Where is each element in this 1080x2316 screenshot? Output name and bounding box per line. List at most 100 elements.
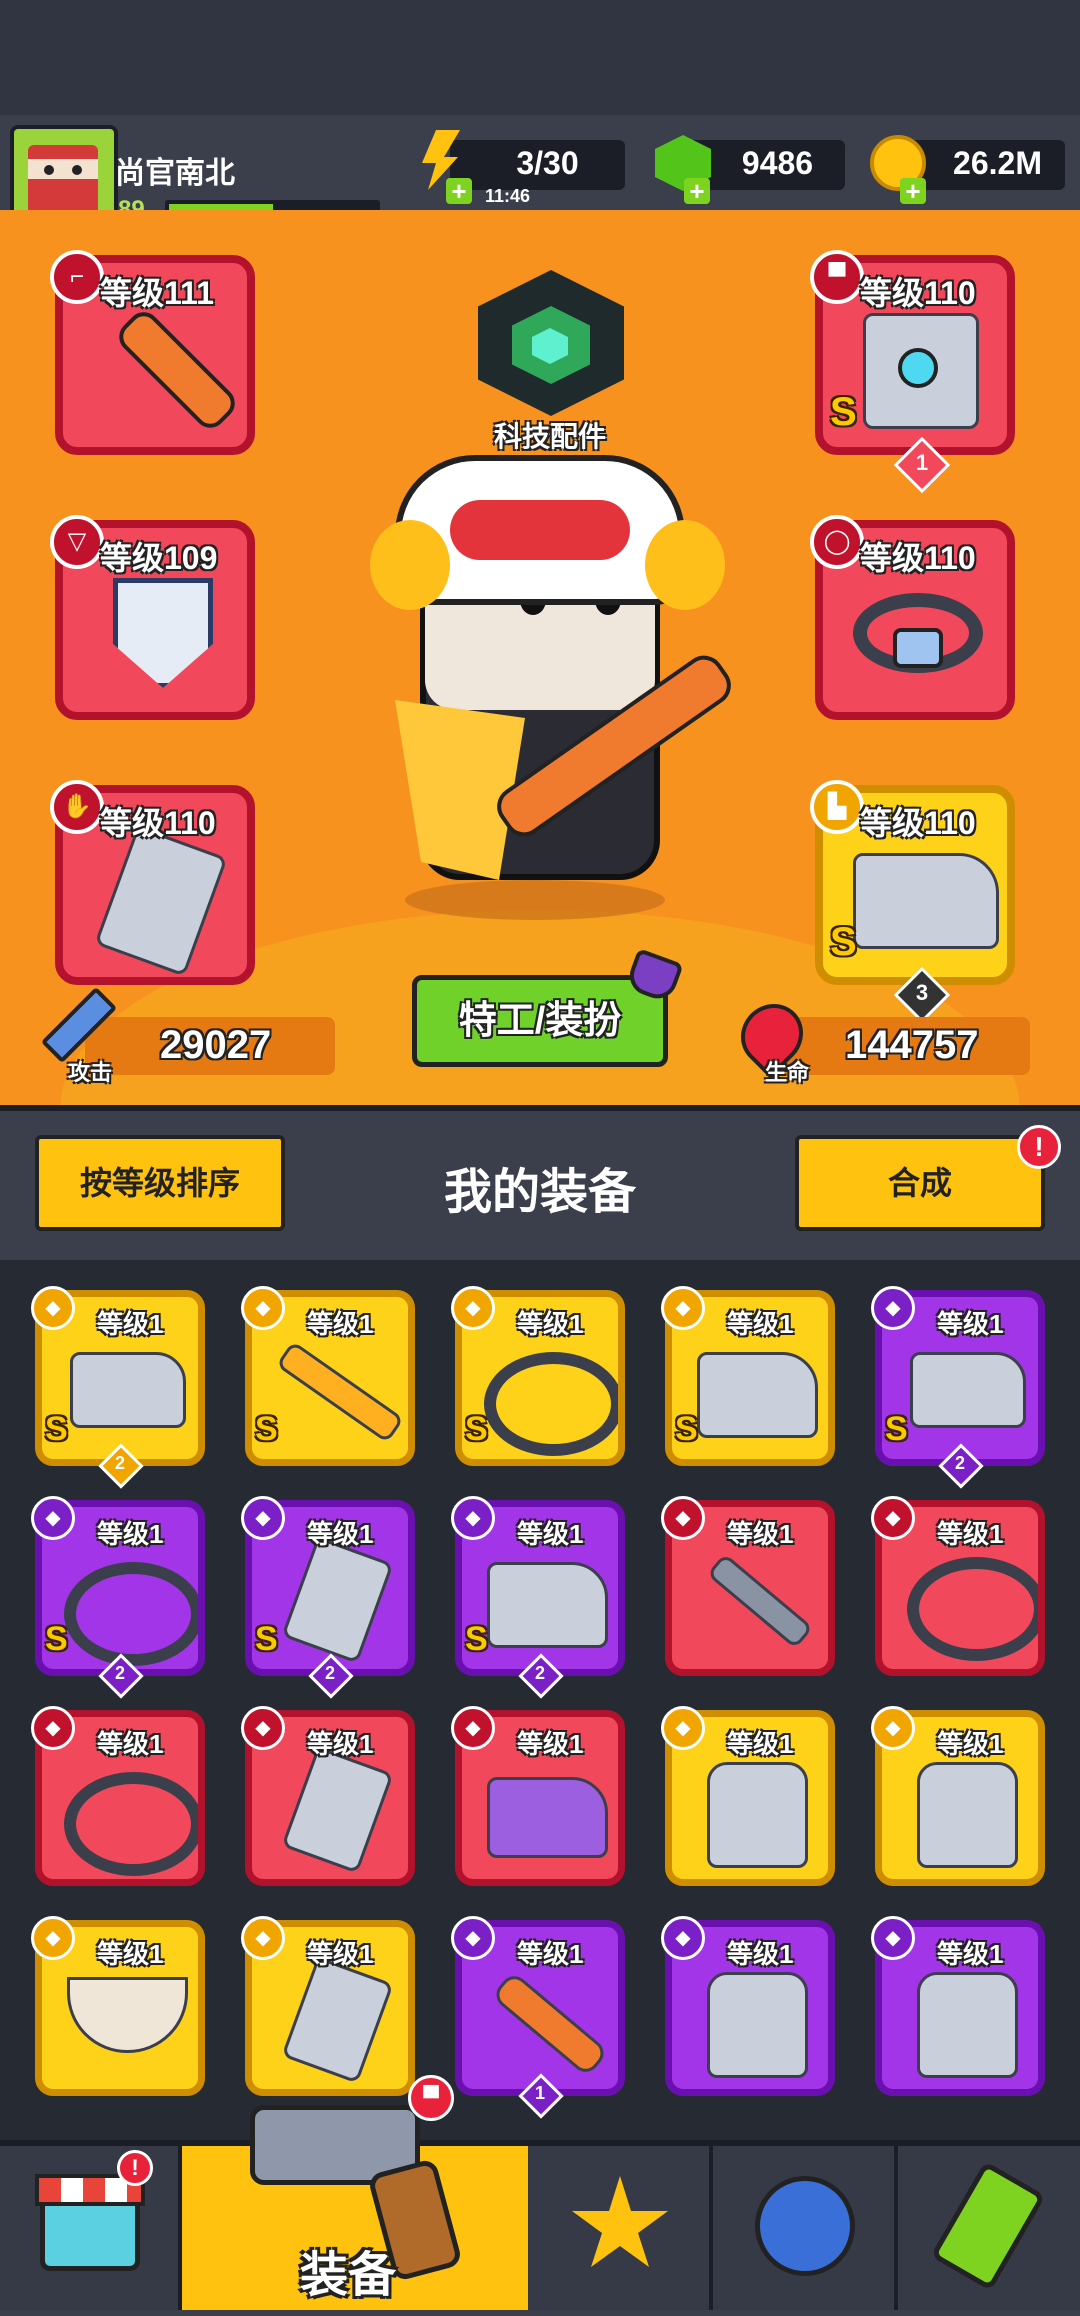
item-type-icon: ◆ — [31, 1496, 75, 1540]
belt-icon — [484, 1352, 618, 1456]
item-type-icon: ◆ — [31, 1286, 75, 1330]
item-stars: 2 — [534, 1663, 545, 1683]
item-type-icon: ◆ — [241, 1286, 285, 1330]
item-grade: S — [675, 1410, 698, 1448]
agent-costume-button[interactable]: 特工/装扮 — [412, 975, 668, 1067]
item-level: 等级1 — [97, 1729, 164, 1759]
status-bar — [0, 0, 1080, 115]
sneaker-icon — [487, 1777, 608, 1858]
belt-type-icon: ◯ — [810, 515, 864, 569]
equip-level-belt: 等级110 — [860, 540, 976, 576]
armor-core — [898, 348, 938, 388]
item-level: 等级1 — [307, 1729, 374, 1759]
equip-level-gloves: 等级110 — [100, 805, 216, 841]
armor-vest-icon — [707, 1762, 808, 1868]
item-level: 等级1 — [517, 1519, 584, 1549]
boots-icon — [487, 1562, 608, 1648]
item-type-icon: ◆ — [871, 1496, 915, 1540]
lion-hat-mouth — [450, 500, 630, 560]
item-level: 等级1 — [517, 1309, 584, 1339]
add-gems-icon[interactable]: + — [684, 178, 710, 204]
boots-icon — [853, 853, 999, 949]
item-level: 等级1 — [727, 1729, 794, 1759]
sword-icon — [275, 1340, 405, 1444]
attack-value: 29027 — [160, 1023, 272, 1067]
battle-star-icon — [572, 2176, 668, 2267]
nav-tab-shop[interactable] — [0, 2146, 182, 2310]
item-level: 等级1 — [727, 1309, 794, 1339]
item-stars: 1 — [534, 2083, 545, 2103]
equip-level-necklace: 等级109 — [100, 540, 218, 576]
gauntlet-icon — [281, 1956, 394, 2084]
sort-by-level-button[interactable]: 按等级排序 — [35, 1135, 285, 1231]
boots-icon — [697, 1352, 818, 1438]
item-type-icon: ◆ — [661, 1496, 705, 1540]
item-type-icon: ◆ — [871, 1706, 915, 1750]
tech-part-label: 科技配件 — [493, 421, 606, 452]
item-stars: 2 — [114, 1663, 125, 1683]
boots-type-icon: ▙ — [810, 780, 864, 834]
add-energy-icon[interactable]: + — [446, 178, 472, 204]
armor-vest-icon — [917, 1762, 1018, 1868]
item-level: 等级1 — [937, 1939, 1004, 1969]
item-type-icon: ◆ — [661, 1706, 705, 1750]
armor-type-icon: ▀ — [810, 250, 864, 304]
coins-value: 26.2M — [953, 145, 1042, 181]
item-level: 等级1 — [937, 1309, 1004, 1339]
armor-vest-icon — [917, 1972, 1018, 2078]
item-level: 等级1 — [307, 1309, 374, 1339]
fang-necklace-icon — [67, 1977, 188, 2053]
nav-tab-lab[interactable] — [898, 2146, 1080, 2310]
gloves-type-icon: ✋ — [50, 780, 104, 834]
armor-vest-icon — [707, 1972, 808, 2078]
shield-necklace-icon — [113, 578, 213, 688]
item-type-icon: ◆ — [241, 1916, 285, 1960]
nav-tab-battle[interactable] — [528, 2146, 713, 2310]
item-type-icon: ◆ — [871, 1286, 915, 1330]
item-type-icon: ◆ — [451, 1916, 495, 1960]
item-level: 等级1 — [517, 1729, 584, 1759]
gems-value: 9486 — [741, 145, 814, 181]
hp-label: 生命 — [765, 1060, 810, 1085]
item-level: 等级1 — [307, 1519, 374, 1549]
hourglass-icon — [930, 2160, 1046, 2292]
item-grade: S — [255, 1620, 278, 1658]
spiked-collar-icon — [907, 1557, 1038, 1661]
item-type-icon: ◆ — [871, 1916, 915, 1960]
torch-weapon-icon — [112, 305, 242, 435]
character-shadow — [405, 880, 665, 920]
item-stars: 2 — [324, 1663, 335, 1683]
item-type-icon: ◆ — [31, 1916, 75, 1960]
merge-alert-badge: ! — [1017, 1125, 1061, 1169]
belt-icon — [64, 1562, 198, 1666]
weapon-type-icon: ⌐ — [50, 250, 104, 304]
item-level: 等级1 — [97, 1939, 164, 1969]
attack-label: 攻击 — [68, 1060, 113, 1085]
equip-level-armor: 等级110 — [860, 275, 976, 311]
item-grade: S — [45, 1620, 68, 1658]
planet-icon — [755, 2176, 855, 2276]
item-type-icon: ◆ — [661, 1916, 705, 1960]
lion-mane-right — [645, 520, 725, 610]
merge-button[interactable]: 合成 — [795, 1135, 1045, 1231]
add-coins-icon[interactable]: + — [900, 178, 926, 204]
boots-grade: S — [830, 920, 857, 964]
necklace-type-icon: ▽ — [50, 515, 104, 569]
kunai-icon — [706, 1552, 814, 1650]
item-level: 等级1 — [307, 1939, 374, 1969]
energy-value: 3/30 — [516, 145, 579, 181]
item-type-icon: ◆ — [661, 1286, 705, 1330]
armor-stars: 1 — [915, 450, 929, 475]
item-level: 等级1 — [517, 1939, 584, 1969]
equip-level-boots: 等级110 — [860, 805, 976, 841]
item-grade: S — [45, 1410, 68, 1448]
item-grade: S — [465, 1620, 488, 1658]
item-type-icon: ◆ — [451, 1496, 495, 1540]
gauntlet-icon — [94, 825, 228, 977]
nav-tab-world[interactable] — [713, 2146, 898, 2310]
equipment-alert-badge: ▀ — [408, 2075, 454, 2121]
blaster-icon — [910, 1352, 1026, 1428]
gauntlet-icon — [281, 1536, 394, 1664]
nav-label-equipment: 装备 — [300, 2249, 397, 2302]
belt-icon — [64, 1772, 198, 1876]
